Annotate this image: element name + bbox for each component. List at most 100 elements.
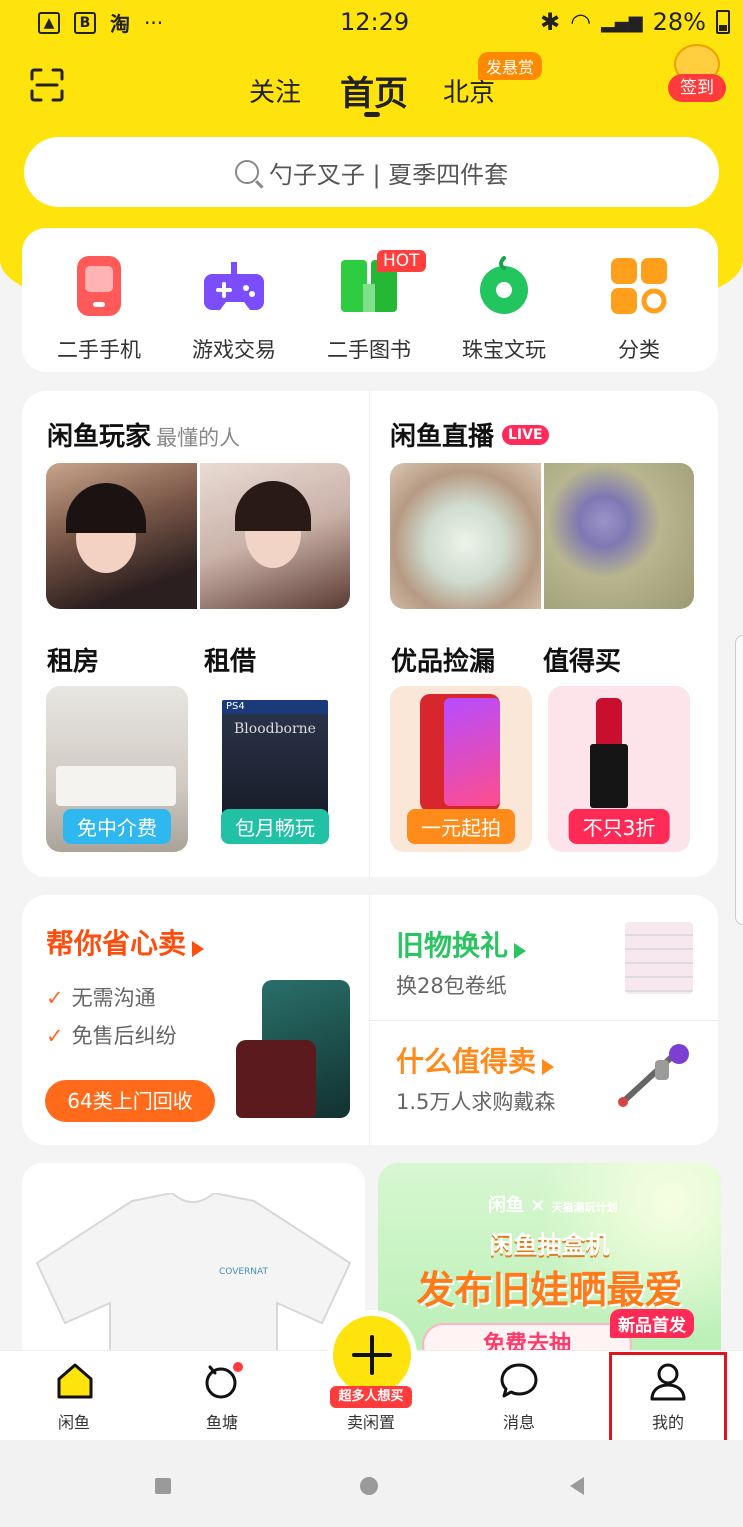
section-live-header[interactable]: 闲鱼直播 LIVE: [390, 416, 549, 453]
signal-icon: ▂▄▆: [601, 11, 643, 33]
tab-pond[interactable]: 鱼塘: [172, 1351, 272, 1441]
tab-active-indicator: [364, 112, 380, 117]
category-all[interactable]: 分类: [574, 254, 704, 364]
exchange-header[interactable]: 旧物换礼: [396, 924, 527, 964]
lend-card[interactable]: PS4 Bloodborne 包月畅玩: [204, 686, 346, 852]
promo-partner: 天猫潮玩计划: [551, 1201, 618, 1214]
home-nav-icon[interactable]: [360, 1477, 378, 1495]
promo-brand: 闲鱼: [488, 1195, 524, 1216]
highlight-box: [609, 1352, 727, 1443]
system-nav-bar: [0, 1440, 743, 1527]
lend-tag: 包月畅玩: [221, 809, 329, 844]
worth-card[interactable]: 不只3折: [548, 686, 690, 852]
search-placeholder: 勺子叉子 | 夏季四件套: [268, 160, 509, 189]
deals-card[interactable]: 一元起拍: [390, 686, 532, 852]
reward-badge[interactable]: 发悬赏: [478, 52, 543, 80]
worth-selling-header[interactable]: 什么值得卖: [396, 1040, 555, 1080]
section-title: 闲鱼玩家: [47, 422, 152, 452]
checkin-button[interactable]: 签到: [668, 44, 726, 102]
player-photo: [199, 463, 350, 609]
gallery-icon: ▲: [38, 11, 60, 34]
deals-tag: 一元起拍: [407, 809, 515, 844]
rent-tag: 免中介费: [63, 809, 171, 844]
plus-icon: [352, 1335, 392, 1375]
tab-label: 鱼塘: [205, 1413, 238, 1432]
recents-icon[interactable]: [155, 1478, 171, 1494]
tab-label: 卖闲置: [346, 1413, 395, 1432]
card-divider: [369, 391, 370, 877]
search-icon: [234, 160, 259, 184]
taobao-icon: 淘: [110, 12, 130, 36]
section-worth-title[interactable]: 值得买: [543, 641, 621, 678]
players-photos[interactable]: [46, 463, 350, 609]
gamepad-icon: [204, 262, 264, 310]
check-icon: ✓: [46, 1024, 64, 1048]
arrow-right-icon: [514, 942, 527, 959]
category-game-trade[interactable]: 游戏交易: [169, 254, 299, 364]
back-icon[interactable]: [570, 1477, 584, 1495]
sell-helper-title: 帮你省心卖: [46, 927, 187, 960]
status-time: 12:29: [340, 8, 410, 36]
sell-helper-header[interactable]: 帮你省心卖: [46, 922, 205, 962]
worth-selling-title: 什么值得卖: [396, 1045, 537, 1078]
vacuum-image: [618, 1044, 689, 1107]
game-title: Bloodborne: [234, 721, 316, 737]
shirt-brand: COVERNAT: [219, 1267, 268, 1277]
tab-home[interactable]: 首页: [340, 66, 408, 115]
b-app-icon: B: [74, 11, 96, 34]
handbag-image: [236, 1040, 316, 1118]
tab-xianyu[interactable]: 闲鱼: [24, 1351, 124, 1441]
battery-icon: [715, 10, 730, 34]
battery-percent: 28%: [652, 8, 706, 36]
chat-bubble-icon: [500, 1363, 538, 1398]
sell-point: ✓ 无需沟通: [46, 982, 156, 1012]
feed-item-shirt[interactable]: COVERNAT: [22, 1163, 365, 1363]
search-bar[interactable]: 勺子叉子 | 夏季四件套: [24, 137, 719, 207]
grid-icon: [611, 258, 667, 314]
tab-messages[interactable]: 消息: [469, 1351, 569, 1441]
live-photos[interactable]: [390, 463, 694, 609]
rent-card[interactable]: 免中介费: [46, 686, 188, 852]
status-app-icons: ▲ B 淘 ···: [38, 8, 163, 37]
scan-icon[interactable]: [30, 68, 64, 102]
section-deals-title[interactable]: 优品捡漏: [391, 641, 495, 678]
checkin-label: 签到: [668, 74, 726, 102]
sell-point-text: 免售后纠纷: [71, 1024, 177, 1048]
category-used-phones[interactable]: 二手手机: [34, 254, 164, 364]
section-title: 闲鱼直播: [390, 422, 495, 452]
promo-line2: 发布旧娃晒最爱: [416, 1268, 683, 1312]
tab-label: 闲鱼: [57, 1413, 90, 1432]
category-label: 珠宝文玩: [462, 338, 546, 362]
category-label: 分类: [618, 338, 660, 362]
promo-badge: 新品首发: [610, 1309, 694, 1338]
tab-follow[interactable]: 关注: [249, 72, 301, 109]
worth-tag: 不只3折: [568, 809, 670, 844]
hot-badge: HOT: [377, 250, 426, 272]
exchange-title: 旧物换礼: [396, 929, 509, 962]
game-platform: PS4: [226, 701, 245, 712]
home-icon: [57, 1363, 93, 1399]
wifi-icon: ◠: [570, 8, 592, 36]
category-label: 二手图书: [327, 338, 411, 362]
status-right: ✱ ◠ ▂▄▆ 28%: [540, 8, 730, 36]
section-lend-title[interactable]: 租借: [204, 641, 256, 678]
section-players-header[interactable]: 闲鱼玩家 最懂的人: [47, 416, 240, 453]
section-rent-title[interactable]: 租房: [47, 641, 99, 678]
tissue-image: [625, 922, 693, 994]
sell-tag: 超多人想买: [330, 1386, 412, 1408]
edge-panel-handle[interactable]: [735, 635, 743, 925]
section-subtitle: 最懂的人: [156, 426, 241, 450]
exchange-subtitle: 换28包卷纸: [396, 974, 507, 998]
card-divider: [370, 1020, 718, 1021]
recycle-button[interactable]: 64类上门回收: [45, 1080, 215, 1122]
worth-selling-subtitle: 1.5万人求购戴森: [396, 1090, 556, 1114]
lipstick-image: [596, 698, 622, 746]
player-photo: [46, 463, 197, 609]
live-photo: [543, 463, 694, 609]
promo-brand-row: 闲鱼 × 天猫潮玩计划: [488, 1195, 618, 1216]
category-jewelry[interactable]: 珠宝文玩: [439, 254, 569, 364]
phone-icon: [77, 256, 121, 316]
check-icon: ✓: [46, 986, 64, 1010]
feed-item-promo[interactable]: 闲鱼 × 天猫潮玩计划 闲鱼抽盒机 发布旧娃晒最爱 免费去抽 新品首发: [378, 1163, 721, 1363]
category-card: 二手手机 游戏交易 二手图书 珠宝文玩 分类: [22, 228, 718, 372]
